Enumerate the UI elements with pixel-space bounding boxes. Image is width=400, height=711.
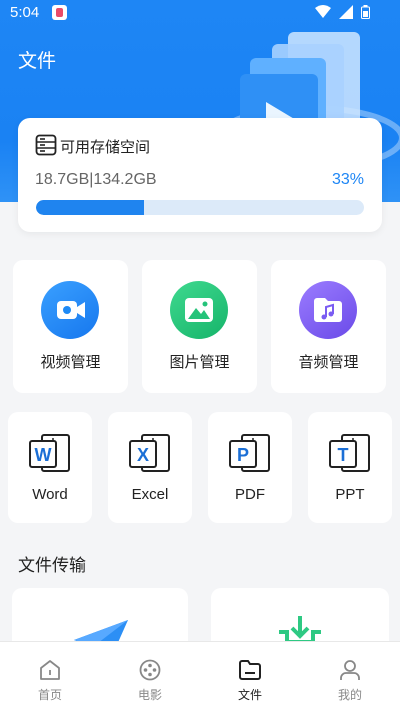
tab-label: 电影 <box>137 688 162 702</box>
tab-profile[interactable]: 我的 <box>300 642 400 711</box>
music-icon <box>299 281 357 339</box>
storage-card[interactable]: 可用存储空间 18.7GB|134.2GB 33% <box>18 118 382 232</box>
ppt-icon: T <box>329 434 370 472</box>
signal-icon <box>339 5 353 19</box>
video-icon <box>41 281 99 339</box>
tab-files[interactable]: 文件 <box>200 642 300 711</box>
image-manager-card[interactable]: 图片管理 <box>142 260 257 393</box>
pdf-card[interactable]: P PDF <box>208 412 292 523</box>
excel-icon: X <box>129 434 170 472</box>
pdf-icon: P <box>229 434 270 472</box>
ppt-card[interactable]: T PPT <box>308 412 392 523</box>
tab-label: 我的 <box>337 688 362 702</box>
svg-text:P: P <box>237 445 249 465</box>
svg-text:X: X <box>137 445 149 465</box>
word-icon: W <box>29 434 70 472</box>
svg-text:T: T <box>338 445 349 465</box>
status-time: 5:04 <box>10 4 40 21</box>
excel-card[interactable]: X Excel <box>108 412 192 523</box>
wifi-icon <box>315 5 331 18</box>
battery-icon <box>361 5 370 19</box>
audio-manager-card[interactable]: 音频管理 <box>271 260 386 393</box>
tab-home[interactable]: 首页 <box>0 642 100 711</box>
bottom-tab-bar: 首页 电影 文件 我的 <box>0 641 400 711</box>
doc-label: Word <box>32 486 68 503</box>
doc-label: Excel <box>131 486 169 503</box>
tab-movie[interactable]: 电影 <box>100 642 200 711</box>
storage-progress-bar <box>36 200 364 215</box>
status-bar: 5:04 <box>0 0 400 26</box>
word-card[interactable]: W Word <box>8 412 92 523</box>
svg-text:W: W <box>35 445 52 465</box>
tab-label: 文件 <box>237 688 262 702</box>
storage-label: 可用存储空间 <box>60 138 151 156</box>
doc-label: PDF <box>235 486 265 503</box>
image-icon <box>170 281 228 339</box>
home-icon <box>40 660 60 680</box>
tab-label: 首页 <box>37 688 62 702</box>
folder-icon <box>239 660 261 680</box>
storage-used-text: 18.7GB|134.2GB <box>35 171 157 188</box>
page-title: 文件 <box>18 50 57 72</box>
storage-percent-text: 33% <box>331 171 364 188</box>
storage-icon <box>35 134 57 156</box>
storage-progress-fill <box>36 200 145 215</box>
category-label: 图片管理 <box>169 353 230 371</box>
video-manager-card[interactable]: 视频管理 <box>13 260 128 393</box>
category-label: 音频管理 <box>298 353 359 371</box>
movie-icon <box>139 659 161 681</box>
transfer-section-title: 文件传输 <box>18 556 86 576</box>
profile-icon <box>340 660 360 680</box>
music-app-notification-icon <box>52 5 67 20</box>
doc-label: PPT <box>335 486 365 503</box>
category-label: 视频管理 <box>40 353 101 371</box>
